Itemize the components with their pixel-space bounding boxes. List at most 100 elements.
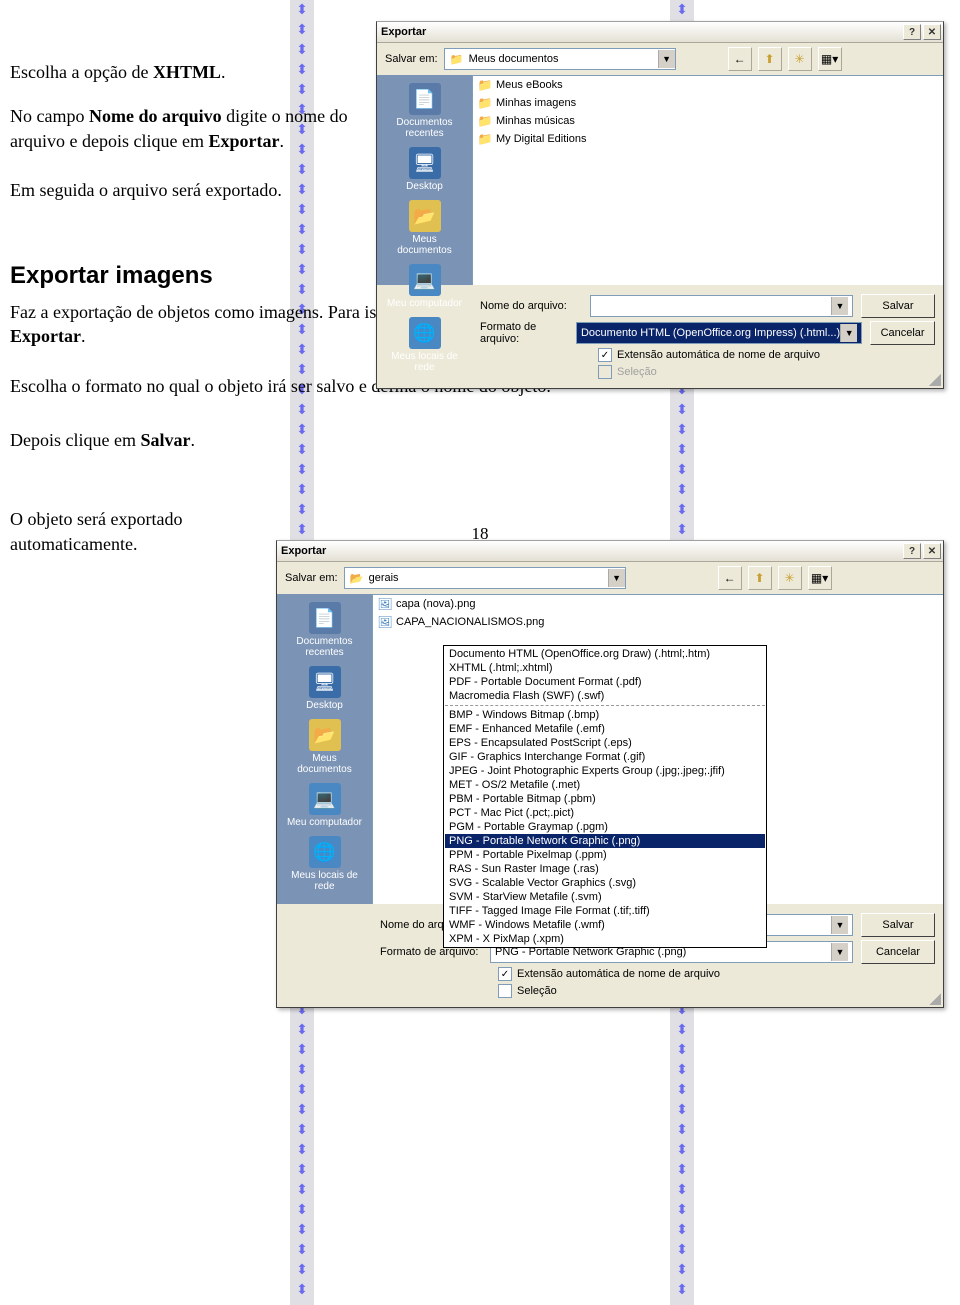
text: . (81, 326, 86, 346)
checkbox-label: Seleção (617, 366, 657, 378)
text: Escolha a opção de (10, 62, 153, 82)
filename-label: Nome do arquivo: (480, 300, 590, 312)
format-option[interactable]: SVG - Scalable Vector Graphics (.svg) (445, 876, 765, 890)
place-computer[interactable]: 💻Meu computador (285, 779, 365, 832)
folder-icon: 📁 (477, 77, 493, 93)
save-in-label: Salvar em: (385, 53, 438, 65)
close-button[interactable]: ✕ (923, 24, 941, 40)
close-button[interactable]: ✕ (923, 543, 941, 559)
titlebar: Exportar ? ✕ (277, 541, 943, 562)
folder-icon: 📁 (477, 131, 493, 147)
chevron-down-icon[interactable]: ▼ (831, 916, 848, 934)
place-computer[interactable]: 💻Meu computador (385, 260, 465, 313)
chevron-down-icon[interactable]: ▼ (831, 943, 848, 961)
format-option[interactable]: RAS - Sun Raster Image (.ras) (445, 862, 765, 876)
save-in-select[interactable]: 📁 Meus documentos ▼ (444, 48, 676, 70)
view-menu-button[interactable]: ▦▾ (818, 47, 842, 71)
export-dialog-1: Exportar ? ✕ Salvar em: 📁 Meus documento… (376, 21, 944, 389)
file-name: Meus eBooks (496, 79, 563, 91)
dialog-title: Exportar (379, 26, 901, 38)
format-option[interactable]: MET - OS/2 Metafile (.met) (445, 778, 765, 792)
save-button[interactable]: Salvar (861, 294, 935, 318)
checkbox-label: Extensão automática de nome de arquivo (517, 968, 720, 980)
place-desktop[interactable]: 🖥Desktop (285, 662, 365, 715)
filename-input[interactable]: ▼ (590, 295, 853, 317)
format-option[interactable]: PGM - Portable Graymap (.pgm) (445, 820, 765, 834)
titlebar: Exportar ? ✕ (377, 22, 943, 43)
format-option[interactable]: Macromedia Flash (SWF) (.swf) (445, 689, 765, 703)
up-button[interactable]: ⬆ (748, 566, 772, 590)
file-name: Minhas músicas (496, 115, 575, 127)
format-option[interactable]: XPM - X PixMap (.xpm) (445, 932, 765, 946)
cancel-button[interactable]: Cancelar (861, 940, 935, 964)
format-option[interactable]: XHTML (.html;.xhtml) (445, 661, 765, 675)
format-option[interactable]: WMF - Windows Metafile (.wmf) (445, 918, 765, 932)
place-mydocs[interactable]: 📂Meus documentos (285, 715, 365, 779)
format-option[interactable]: EMF - Enhanced Metafile (.emf) (445, 722, 765, 736)
folder-name: Meus documentos (469, 53, 658, 65)
place-network[interactable]: 🌐Meus locais de rede (285, 832, 365, 896)
paragraph: No campo Nome do arquivo digite o nome d… (10, 104, 370, 153)
back-button[interactable]: ← (718, 566, 742, 590)
text: . (279, 131, 284, 151)
format-option[interactable]: PPM - Portable Pixelmap (.ppm) (445, 848, 765, 862)
chevron-down-icon[interactable]: ▼ (658, 50, 675, 68)
auto-extension-checkbox[interactable]: ✓Extensão automática de nome de arquivo (498, 967, 935, 981)
file-name: My Digital Editions (496, 133, 586, 145)
format-option[interactable]: Documento HTML (OpenOffice.org Draw) (.h… (445, 647, 765, 661)
list-item[interactable]: 📁Minhas imagens (473, 94, 943, 112)
format-option[interactable]: PCT - Mac Pict (.pct;.pict) (445, 806, 765, 820)
text-bold: Exportar (208, 131, 279, 151)
view-menu-button[interactable]: ▦▾ (808, 566, 832, 590)
place-network[interactable]: 🌐Meus locais de rede (385, 313, 465, 377)
cancel-button[interactable]: Cancelar (870, 321, 935, 345)
file-list[interactable]: 📁Meus eBooks 📁Minhas imagens 📁Minhas mús… (472, 75, 943, 285)
auto-extension-checkbox[interactable]: ✓Extensão automática de nome de arquivo (598, 348, 935, 362)
list-item[interactable]: 📁Minhas músicas (473, 112, 943, 130)
file-list[interactable]: 🖼capa (nova).png 🖼CAPA_NACIONALISMOS.png… (372, 594, 943, 904)
place-recent[interactable]: 📄Documentos recentes (385, 79, 465, 143)
paragraph: Escolha a opção de XHTML. (10, 60, 370, 84)
save-button[interactable]: Salvar (861, 913, 935, 937)
format-select[interactable]: Documento HTML (OpenOffice.org Impress) … (576, 322, 862, 344)
resize-grip[interactable] (929, 993, 941, 1005)
file-name: CAPA_NACIONALISMOS.png (396, 616, 544, 628)
paragraph: Depois clique em Salvar. (10, 428, 260, 452)
list-item[interactable]: 📁Meus eBooks (473, 76, 943, 94)
format-option[interactable]: PDF - Portable Document Format (.pdf) (445, 675, 765, 689)
place-recent[interactable]: 📄Documentos recentes (285, 598, 365, 662)
place-label: Documentos recentes (385, 117, 465, 139)
format-option[interactable]: PNG - Portable Network Graphic (.png) (445, 834, 765, 848)
help-button[interactable]: ? (903, 24, 921, 40)
help-button[interactable]: ? (903, 543, 921, 559)
list-item[interactable]: 🖼CAPA_NACIONALISMOS.png (373, 613, 943, 631)
format-option[interactable]: SVM - StarView Metafile (.svm) (445, 890, 765, 904)
format-option[interactable]: JPEG - Joint Photographic Experts Group … (445, 764, 765, 778)
format-option[interactable]: GIF - Graphics Interchange Format (.gif) (445, 750, 765, 764)
chevron-down-icon[interactable]: ▼ (608, 569, 625, 587)
new-folder-button[interactable]: ✳ (778, 566, 802, 590)
format-option[interactable]: BMP - Windows Bitmap (.bmp) (445, 708, 765, 722)
format-option[interactable]: PBM - Portable Bitmap (.pbm) (445, 792, 765, 806)
resize-grip[interactable] (929, 374, 941, 386)
place-label: Meus documentos (385, 234, 465, 256)
up-button[interactable]: ⬆ (758, 47, 782, 71)
chevron-down-icon[interactable]: ▼ (831, 297, 848, 315)
place-desktop[interactable]: 🖥Desktop (385, 143, 465, 196)
selection-checkbox[interactable]: Seleção (498, 984, 935, 998)
list-item[interactable]: 📁My Digital Editions (473, 130, 943, 148)
image-icon: 🖼 (377, 596, 393, 612)
format-option[interactable]: TIFF - Tagged Image File Format (.tif;.t… (445, 904, 765, 918)
place-mydocs[interactable]: 📂Meus documentos (385, 196, 465, 260)
place-label: Meus locais de rede (385, 351, 465, 373)
export-dialog-2: Exportar ? ✕ Salvar em: 📂 gerais ▼ ← ⬆ ✳… (276, 540, 944, 1008)
chevron-down-icon[interactable]: ▼ (840, 324, 857, 342)
new-folder-button[interactable]: ✳ (788, 47, 812, 71)
text-bold: XHTML (153, 62, 221, 82)
back-button[interactable]: ← (728, 47, 752, 71)
save-in-select[interactable]: 📂 gerais ▼ (344, 567, 626, 589)
format-dropdown-list[interactable]: Documento HTML (OpenOffice.org Draw) (.h… (443, 645, 767, 948)
format-option[interactable]: EPS - Encapsulated PostScript (.eps) (445, 736, 765, 750)
save-in-label: Salvar em: (285, 572, 338, 584)
list-item[interactable]: 🖼capa (nova).png (373, 595, 943, 613)
